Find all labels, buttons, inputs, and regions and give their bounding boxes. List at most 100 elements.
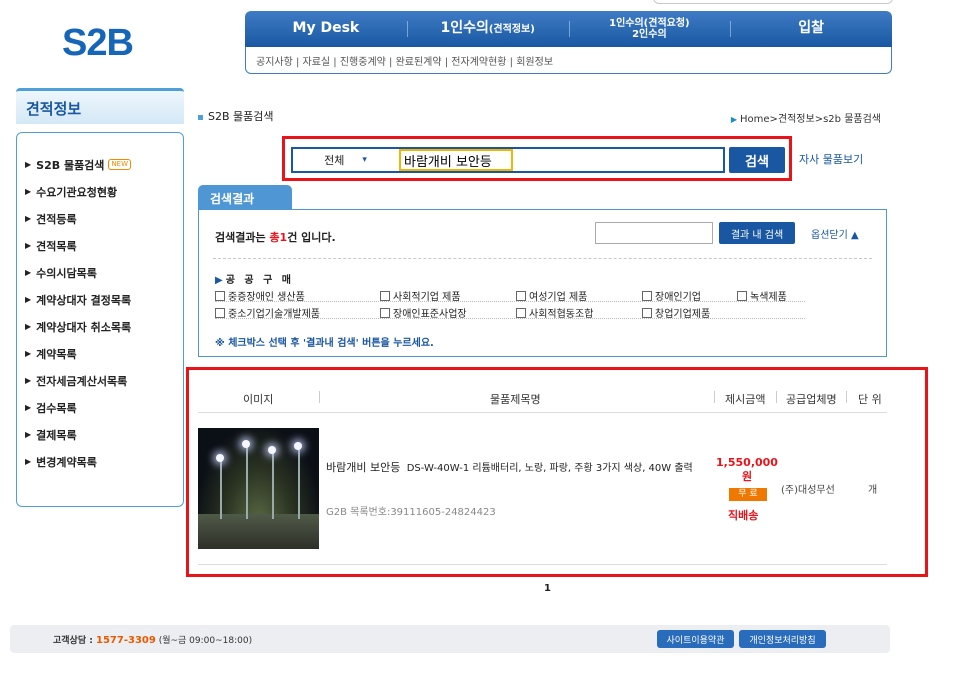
- sub-nav[interactable]: 공지사항 | 자료실 | 진행중계약 | 완료된계약 | 전자계약현황 | 회원…: [245, 47, 892, 74]
- divider: [213, 258, 872, 259]
- option-toggle[interactable]: 옵션닫기 ▲: [811, 226, 859, 241]
- search-input[interactable]: [398, 149, 723, 171]
- checkbox-icon: [380, 307, 390, 318]
- checkbox-icon: [737, 290, 747, 301]
- nav-quote-request[interactable]: 1인수의(견적요청) 2인수의: [568, 11, 731, 47]
- product-name: 바람개비 보안등: [326, 461, 401, 474]
- product-title[interactable]: 바람개비 보안등 DS-W-40W-1 리튬배터리, 노랑, 파랑, 주황 3가…: [326, 460, 716, 476]
- new-badge: NEW: [108, 159, 132, 170]
- sidebar-item-quote-list[interactable]: ▶ 견적목록: [17, 232, 183, 259]
- sidebar-item-demand-requests[interactable]: ▶ 수요기관요청현황: [17, 178, 183, 205]
- free-shipping-badge: 무 료: [729, 488, 767, 501]
- column-separator: [846, 391, 847, 403]
- vendor-name: (주)대성무선: [781, 485, 835, 496]
- g2b-catalog-number: G2B 목록번호:39111605-24824423: [326, 507, 496, 518]
- triangle-right-icon: ▶: [215, 275, 223, 286]
- nav-label-line2: 2인수의: [632, 29, 667, 40]
- sidebar-item-change-contract-list[interactable]: ▶ 변경계약목록: [17, 448, 183, 475]
- table-header: 이미지 물품제목명 제시금액 공급업체명 단 위: [198, 383, 887, 413]
- column-separator: [776, 391, 777, 403]
- checkbox-icon: [642, 290, 652, 301]
- column-header-image: 이미지: [243, 393, 274, 406]
- triangle-right-icon: ▶: [25, 457, 32, 466]
- sidebar-item-inspection-list[interactable]: ▶ 검수목록: [17, 394, 183, 421]
- within-search-input[interactable]: [595, 222, 713, 244]
- sidebar-item-payment-list[interactable]: ▶ 결제목록: [17, 421, 183, 448]
- public-purchase-label: ▶ 공 공 구 매: [215, 275, 294, 286]
- chevron-up-icon: ▲: [851, 230, 859, 241]
- chevron-down-icon: ▾: [362, 155, 367, 165]
- triangle-right-icon: ▶: [25, 187, 32, 196]
- triangle-right-icon: ▶: [25, 268, 32, 277]
- column-separator: [319, 391, 320, 403]
- nav-label: 1인수의: [440, 20, 489, 37]
- sidebar-item-quote-register[interactable]: ▶ 견적등록: [17, 205, 183, 232]
- triangle-right-icon: ▶: [25, 430, 32, 439]
- divider: [215, 318, 805, 319]
- triangle-right-icon: ▶: [25, 241, 32, 250]
- cs-phone: 1577-3309: [96, 635, 156, 646]
- sidebar-item-s2b-search[interactable]: ▶ S2B 물품검색 NEW: [17, 151, 183, 178]
- checkbox-icon: [516, 307, 526, 318]
- privacy-button[interactable]: 개인정보처리방침: [739, 630, 826, 648]
- divider: [215, 301, 805, 302]
- checkbox-icon: [215, 307, 225, 318]
- triangle-right-icon: ▶: [25, 376, 32, 385]
- square-bullet-icon: [198, 114, 203, 120]
- product-spec: DS-W-40W-1 리튬배터리, 노랑, 파랑, 주황 3가지 색상, 40W…: [406, 463, 693, 474]
- customer-service: 고객상담 : 1577-3309 (월~금 09:00~18:00): [53, 635, 253, 646]
- sidebar-item-cancel-list[interactable]: ▶ 계약상대자 취소목록: [17, 313, 183, 340]
- checkbox-icon: [516, 290, 526, 301]
- cs-hours: (월~금 09:00~18:00): [158, 636, 253, 646]
- column-separator: [714, 391, 715, 403]
- checkbox-icon: [642, 307, 652, 318]
- search-bar: 전체 ▾: [291, 147, 725, 173]
- sidebar-item-tax-invoice-list[interactable]: ▶ 전자세금계산서목록: [17, 367, 183, 394]
- product-thumbnail[interactable]: [198, 428, 319, 549]
- triangle-right-icon: ▶: [25, 160, 32, 169]
- column-header-vendor: 공급업체명: [786, 393, 837, 406]
- column-header-unit: 단 위: [858, 393, 882, 406]
- triangle-right-icon: ▶: [25, 349, 32, 358]
- search-button[interactable]: 검색: [729, 147, 785, 173]
- triangle-right-icon: ▶: [25, 295, 32, 304]
- s2b-logo[interactable]: S2B: [62, 22, 134, 65]
- price-unit: 원: [741, 470, 753, 483]
- top-nav: My Desk 1인수의(견적정보) 1인수의(견적요청) 2인수의 입찰: [245, 11, 892, 47]
- breadcrumb: ▶ Home>견적정보>s2b 물품검색: [730, 114, 881, 125]
- nav-sublabel: (견적정보): [488, 24, 535, 36]
- search-scope-select[interactable]: 전체 ▾: [293, 149, 398, 171]
- within-search-button[interactable]: 결과 내 검색: [719, 222, 795, 244]
- page-title: S2B 물품검색: [198, 108, 274, 124]
- footer: 고객상담 : 1577-3309 (월~금 09:00~18:00) 사이트이용…: [10, 625, 890, 653]
- top-utility-box: [653, 0, 893, 4]
- sidebar-title: 견적정보: [16, 88, 184, 124]
- checkbox-icon: [380, 290, 390, 301]
- column-header-title: 물품제목명: [490, 393, 541, 406]
- nav-my-desk[interactable]: My Desk: [245, 11, 407, 47]
- table-row-divider: [198, 564, 887, 565]
- column-header-price: 제시금액: [725, 393, 766, 406]
- sidebar-item-negotiation-list[interactable]: ▶ 수의시담목록: [17, 259, 183, 286]
- triangle-right-icon: ▶: [730, 115, 737, 124]
- search-results-panel: 검색결과는 총1건 입니다. 결과 내 검색 옵션닫기 ▲ ▶ 공 공 구 매 중…: [198, 209, 887, 357]
- unit: 개: [868, 485, 878, 496]
- checkbox-icon: [215, 290, 225, 301]
- nav-single-contract-quote[interactable]: 1인수의(견적정보): [406, 11, 569, 47]
- tab-search-results[interactable]: 검색결과: [198, 185, 292, 210]
- product-price: 1,550,000 원: [716, 456, 778, 483]
- direct-delivery-label: 직배송: [728, 509, 759, 522]
- page-number-1[interactable]: 1: [544, 583, 551, 594]
- triangle-right-icon: ▶: [25, 403, 32, 412]
- nav-bidding[interactable]: 입찰: [730, 11, 892, 47]
- terms-button[interactable]: 사이트이용약관: [657, 630, 734, 648]
- triangle-right-icon: ▶: [25, 322, 32, 331]
- result-count: 검색결과는 총1건 입니다.: [215, 231, 336, 244]
- sidebar-item-contract-list[interactable]: ▶ 계약목록: [17, 340, 183, 367]
- checkbox-notice: ※ 체크박스 선택 후 '결과내 검색' 버튼을 누르세요.: [215, 338, 434, 349]
- own-products-link[interactable]: 자사 물품보기: [799, 151, 863, 167]
- sidebar-item-decision-list[interactable]: ▶ 계약상대자 결정목록: [17, 286, 183, 313]
- nav-label: 1인수의(견적요청): [609, 18, 690, 29]
- sidebar: ▶ S2B 물품검색 NEW ▶ 수요기관요청현황 ▶ 견적등록 ▶ 견적목록 ▶ 수의시담…: [16, 132, 184, 507]
- triangle-right-icon: ▶: [25, 214, 32, 223]
